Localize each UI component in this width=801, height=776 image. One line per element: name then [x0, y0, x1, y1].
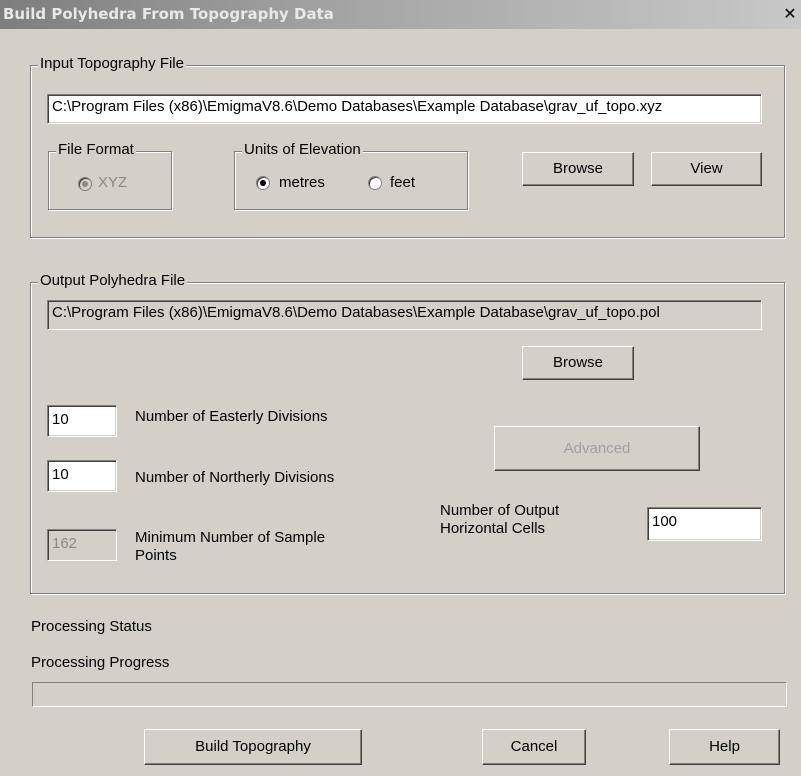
northerly-divisions-input[interactable]: 10: [47, 460, 117, 492]
feet-radio-label[interactable]: feet: [390, 174, 415, 191]
min-sample-points-input: 162: [47, 529, 117, 561]
horizontal-cells-label-line2: Horizontal Cells: [440, 520, 546, 537]
min-sample-points-label-line1: Minimum Number of Sample: [135, 529, 326, 546]
file-format-legend: File Format: [56, 141, 136, 159]
easterly-divisions-input[interactable]: 10: [47, 405, 117, 437]
view-button[interactable]: View: [651, 152, 762, 186]
processing-progress-bar: [32, 682, 787, 707]
output-polyhedra-legend: Output Polyhedra File: [38, 272, 188, 290]
horizontal-cells-input[interactable]: 100: [647, 507, 762, 541]
min-sample-points-label-line2: Points: [135, 547, 177, 564]
window-title: Build Polyhedra From Topography Data: [3, 5, 334, 23]
input-file-path-field[interactable]: C:\Program Files (x86)\EmigmaV8.6\Demo D…: [47, 94, 762, 124]
title-bar: Build Polyhedra From Topography Data ✕: [0, 0, 801, 29]
cancel-button[interactable]: Cancel: [482, 729, 586, 765]
help-button[interactable]: Help: [669, 729, 780, 765]
easterly-divisions-label: Number of Easterly Divisions: [135, 408, 328, 425]
northerly-divisions-label: Number of Northerly Divisions: [135, 469, 335, 486]
output-browse-button[interactable]: Browse: [522, 346, 634, 380]
metres-radio-label[interactable]: metres: [279, 174, 325, 191]
horizontal-cells-label-line1: Number of Output: [440, 502, 560, 519]
units-of-elevation-legend: Units of Elevation: [242, 141, 363, 159]
build-topography-button[interactable]: Build Topography: [144, 729, 362, 765]
output-file-path-field[interactable]: C:\Program Files (x86)\EmigmaV8.6\Demo D…: [47, 300, 762, 330]
metres-radio[interactable]: [256, 176, 270, 190]
xyz-radio: [78, 177, 92, 191]
processing-status-label: Processing Status: [31, 618, 152, 635]
feet-radio[interactable]: [368, 176, 382, 190]
advanced-button: Advanced: [494, 426, 700, 471]
close-icon[interactable]: ✕: [781, 5, 799, 22]
xyz-radio-label: XYZ: [98, 174, 128, 191]
input-browse-button[interactable]: Browse: [522, 152, 634, 186]
processing-progress-label: Processing Progress: [31, 654, 170, 671]
input-topography-legend: Input Topography File: [38, 55, 186, 73]
